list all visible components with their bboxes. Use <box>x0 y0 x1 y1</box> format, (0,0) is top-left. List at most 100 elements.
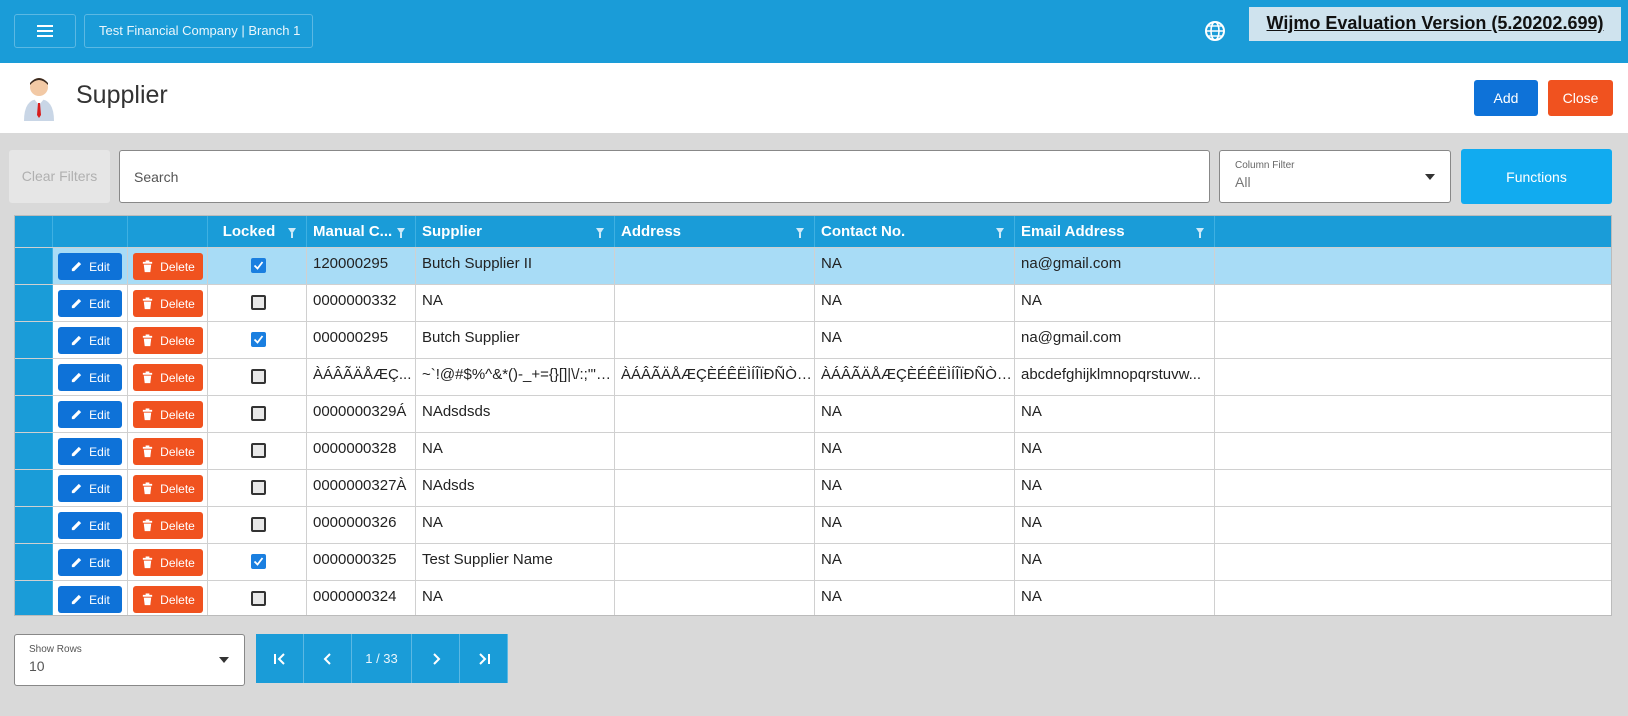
locked-checkbox[interactable] <box>251 332 266 347</box>
add-button[interactable]: Add <box>1474 80 1538 116</box>
table-row[interactable]: Edit Delete 120000295 Butch Supplier II NA na… <box>15 247 1611 284</box>
locked-checkbox[interactable] <box>251 295 266 310</box>
delete-button[interactable]: Delete <box>133 327 203 354</box>
locked-checkbox[interactable] <box>251 480 266 495</box>
next-page-button[interactable] <box>412 634 460 683</box>
delete-button[interactable]: Delete <box>133 253 203 280</box>
manual-code-cell[interactable]: ÀÁÂÃÄÅÆÇ... <box>307 359 416 395</box>
manual-code-cell[interactable]: 0000000325 <box>307 544 416 580</box>
contact-no-cell[interactable]: NA <box>815 248 1015 284</box>
email-address-cell[interactable]: na@gmail.com <box>1015 248 1215 284</box>
contact-no-cell[interactable]: NA <box>815 581 1015 615</box>
contact-no-cell[interactable]: NA <box>815 396 1015 432</box>
locked-checkbox[interactable] <box>251 591 266 606</box>
email-address-cell[interactable]: NA <box>1015 396 1215 432</box>
supplier-cell[interactable]: NAdsdsds <box>416 396 615 432</box>
supplier-cell[interactable]: ~`!@#$%^&*()-_+={}[]|\/:;"'<... <box>416 359 615 395</box>
row-header[interactable] <box>15 248 53 284</box>
email-address-cell[interactable]: NA <box>1015 544 1215 580</box>
manual-code-cell[interactable]: 000000295 <box>307 322 416 358</box>
contact-no-cell[interactable]: NA <box>815 507 1015 543</box>
table-row[interactable]: Edit Delete ÀÁÂÃÄÅÆÇ... ~`!@#$%^&*()-_+={}[… <box>15 358 1611 395</box>
address-cell[interactable] <box>615 322 815 358</box>
address-cell[interactable] <box>615 396 815 432</box>
edit-button[interactable]: Edit <box>58 512 122 539</box>
manual-code-cell[interactable]: 0000000326 <box>307 507 416 543</box>
functions-button[interactable]: Functions <box>1461 149 1612 204</box>
table-row[interactable]: Edit Delete 0000000324 NA NA NA <box>15 580 1611 615</box>
header-email-address[interactable]: Email Address <box>1015 216 1215 247</box>
supplier-cell[interactable]: Butch Supplier II <box>416 248 615 284</box>
email-address-cell[interactable]: NA <box>1015 470 1215 506</box>
delete-button[interactable]: Delete <box>133 290 203 317</box>
manual-code-cell[interactable]: 0000000332 <box>307 285 416 321</box>
manual-code-cell[interactable]: 0000000324 <box>307 581 416 615</box>
address-cell[interactable] <box>615 248 815 284</box>
row-header[interactable] <box>15 507 53 543</box>
email-address-cell[interactable]: NA <box>1015 507 1215 543</box>
address-cell[interactable] <box>615 470 815 506</box>
row-header[interactable] <box>15 581 53 615</box>
row-header[interactable] <box>15 285 53 321</box>
contact-no-cell[interactable]: NA <box>815 544 1015 580</box>
edit-button[interactable]: Edit <box>58 438 122 465</box>
edit-button[interactable]: Edit <box>58 475 122 502</box>
delete-button[interactable]: Delete <box>133 475 203 502</box>
filter-icon[interactable] <box>397 228 405 238</box>
filter-icon[interactable] <box>996 228 1004 238</box>
address-cell[interactable] <box>615 285 815 321</box>
search-input[interactable] <box>119 150 1210 203</box>
locked-checkbox[interactable] <box>251 554 266 569</box>
contact-no-cell[interactable]: NA <box>815 322 1015 358</box>
filter-icon[interactable] <box>596 228 604 238</box>
delete-button[interactable]: Delete <box>133 438 203 465</box>
table-row[interactable]: Edit Delete 0000000332 NA NA NA <box>15 284 1611 321</box>
edit-button[interactable]: Edit <box>58 586 122 613</box>
locked-checkbox[interactable] <box>251 406 266 421</box>
table-row[interactable]: Edit Delete 0000000327À NAdsds NA NA <box>15 469 1611 506</box>
filter-icon[interactable] <box>1196 228 1204 238</box>
address-cell[interactable] <box>615 581 815 615</box>
company-branch-selector[interactable]: Test Financial Company | Branch 1 <box>84 14 313 48</box>
column-filter-select[interactable]: Column Filter All <box>1219 150 1451 203</box>
delete-button[interactable]: Delete <box>133 512 203 539</box>
row-header[interactable] <box>15 470 53 506</box>
delete-button[interactable]: Delete <box>133 364 203 391</box>
supplier-cell[interactable]: Test Supplier Name <box>416 544 615 580</box>
address-cell[interactable] <box>615 507 815 543</box>
edit-button[interactable]: Edit <box>58 290 122 317</box>
email-address-cell[interactable]: NA <box>1015 581 1215 615</box>
filter-icon[interactable] <box>796 228 804 238</box>
row-header[interactable] <box>15 359 53 395</box>
contact-no-cell[interactable]: ÀÁÂÃÄÅÆÇÈÉÊËÌÍÎÏÐÑÒÓ... <box>815 359 1015 395</box>
row-header[interactable] <box>15 544 53 580</box>
menu-button[interactable] <box>14 14 76 48</box>
show-rows-select[interactable]: Show Rows 10 <box>14 634 245 686</box>
edit-button[interactable]: Edit <box>58 401 122 428</box>
supplier-cell[interactable]: NA <box>416 433 615 469</box>
supplier-cell[interactable]: Butch Supplier <box>416 322 615 358</box>
edit-button[interactable]: Edit <box>58 327 122 354</box>
supplier-cell[interactable]: NA <box>416 285 615 321</box>
address-cell[interactable] <box>615 433 815 469</box>
row-header[interactable] <box>15 433 53 469</box>
delete-button[interactable]: Delete <box>133 549 203 576</box>
supplier-cell[interactable]: NAdsds <box>416 470 615 506</box>
edit-button[interactable]: Edit <box>58 253 122 280</box>
locked-checkbox[interactable] <box>251 443 266 458</box>
delete-button[interactable]: Delete <box>133 586 203 613</box>
manual-code-cell[interactable]: 0000000329Á <box>307 396 416 432</box>
row-header[interactable] <box>15 322 53 358</box>
contact-no-cell[interactable]: NA <box>815 470 1015 506</box>
header-contact-no[interactable]: Contact No. <box>815 216 1015 247</box>
table-row[interactable]: Edit Delete 0000000328 NA NA NA <box>15 432 1611 469</box>
email-address-cell[interactable]: NA <box>1015 285 1215 321</box>
table-row[interactable]: Edit Delete 0000000326 NA NA NA <box>15 506 1611 543</box>
header-supplier[interactable]: Supplier <box>416 216 615 247</box>
table-row[interactable]: Edit Delete 000000295 Butch Supplier NA na@gm… <box>15 321 1611 358</box>
manual-code-cell[interactable]: 0000000327À <box>307 470 416 506</box>
edit-button[interactable]: Edit <box>58 364 122 391</box>
manual-code-cell[interactable]: 120000295 <box>307 248 416 284</box>
supplier-cell[interactable]: NA <box>416 507 615 543</box>
globe-icon[interactable] <box>1203 19 1227 43</box>
